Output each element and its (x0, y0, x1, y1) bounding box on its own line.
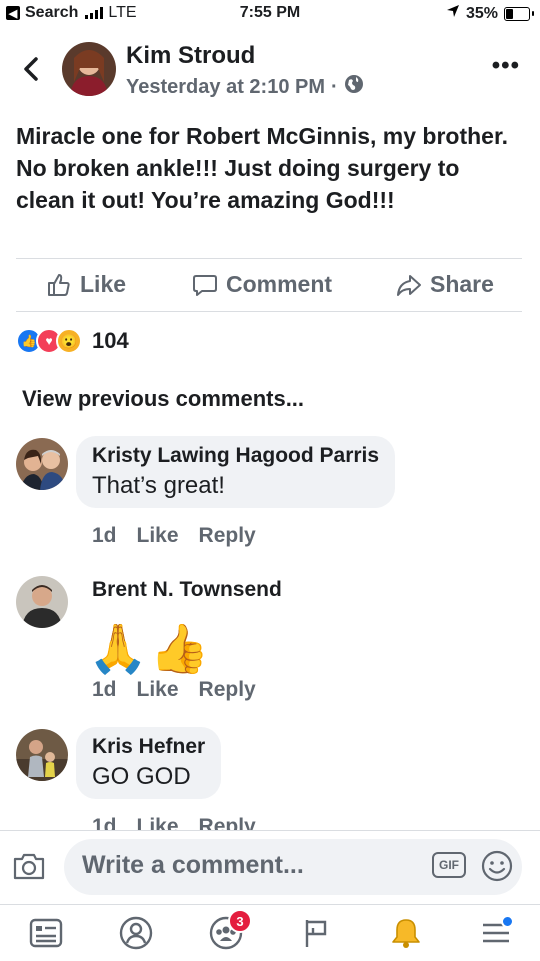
thumbs-up-icon (48, 273, 70, 296)
comment-time: 1d (92, 524, 117, 547)
comment-label: Comment (226, 271, 333, 297)
comment-input[interactable]: Write a comment... GIF (64, 839, 522, 895)
groups-notification-badge: 3 (228, 909, 252, 933)
comment-time: 1d (92, 678, 117, 701)
folded-hands-emoji: 🙏 (88, 623, 148, 676)
like-button[interactable]: Like (46, 271, 126, 298)
comment-author[interactable]: Kris Hefner (92, 735, 205, 759)
thumbs-up-emoji: 👍 (149, 623, 210, 676)
comment-like-button[interactable]: Like (137, 678, 179, 702)
tab-profile[interactable] (116, 913, 156, 953)
meta-separator: · (331, 75, 338, 98)
wow-reaction-icon: 😮 (56, 328, 82, 354)
comment-item: Kristy Lawing Hagood Parris That’s great… (0, 436, 540, 566)
tagged-person-link[interactable]: Robert McGinnis (186, 123, 370, 149)
view-previous-comments-link[interactable]: View previous comments... (22, 386, 304, 412)
more-options-icon[interactable]: ••• (492, 52, 520, 80)
share-arrow-icon (397, 274, 421, 296)
comment-reply-button[interactable]: Reply (199, 678, 256, 702)
post-meta: Yesterday at 2:10 PM · (126, 74, 364, 100)
camera-button[interactable] (12, 851, 46, 886)
commenter-avatar[interactable] (16, 729, 68, 781)
gif-button[interactable]: GIF (432, 852, 466, 878)
post-text-part: Miracle one for (16, 123, 186, 149)
comment-text: That’s great! (92, 472, 225, 499)
post-header: Kim Stroud Yesterday at 2:10 PM · ••• (0, 40, 540, 100)
battery-percent: 35% (465, 4, 498, 22)
commenter-avatar[interactable] (16, 438, 68, 490)
location-arrow-icon (446, 4, 460, 23)
reaction-count: 104 (92, 328, 129, 353)
tab-groups[interactable]: 3 (206, 909, 252, 953)
comment-emoji: 🙏 👍 (88, 620, 210, 680)
like-label: Like (80, 271, 127, 297)
comment-actions: 1d Like Reply (92, 678, 256, 702)
reactions-summary[interactable]: 👍 ♥ 😮 104 (16, 328, 129, 354)
author-name[interactable]: Kim Stroud (126, 42, 255, 70)
chevron-left-icon (24, 57, 38, 81)
comment-author[interactable]: Kristy Lawing Hagood Parris (92, 444, 379, 468)
emoji-button[interactable] (480, 849, 514, 888)
tab-notifications[interactable] (386, 913, 426, 953)
menu-notification-dot (501, 915, 514, 928)
comment-input-placeholder: Write a comment... (82, 851, 304, 879)
share-label: Share (430, 271, 494, 297)
back-button[interactable] (20, 54, 42, 84)
bottom-tab-bar: 3 (0, 904, 540, 961)
comment-bubble[interactable]: Kris Hefner GO GOD (76, 727, 222, 799)
status-bar: ◀ Search LTE 7:55 PM 35% (0, 0, 540, 30)
flag-icon (305, 920, 327, 947)
comment-actions: 1d Like Reply (92, 524, 256, 548)
comment-bubble-icon (193, 274, 217, 296)
comment-reply-button[interactable]: Reply (199, 524, 256, 548)
camera-icon (13, 853, 45, 880)
profile-icon (119, 916, 153, 950)
news-feed-icon (29, 918, 63, 948)
comment-button[interactable]: Comment (192, 271, 332, 298)
tab-menu[interactable] (476, 913, 516, 953)
smiley-icon (481, 850, 513, 882)
globe-icon (344, 74, 364, 100)
post-text: Miracle one for Robert McGinnis, my brot… (16, 120, 516, 216)
author-avatar[interactable] (62, 42, 116, 96)
comment-like-button[interactable]: Like (137, 524, 179, 548)
comment-author[interactable]: Brent N. Townsend (92, 578, 282, 602)
post-timestamp[interactable]: Yesterday at 2:10 PM (126, 76, 325, 99)
battery-icon (504, 6, 534, 21)
share-button[interactable]: Share (396, 271, 494, 298)
comment-item: Brent N. Townsend 🙏 👍 1d Like Reply (0, 574, 540, 714)
comment-composer: Write a comment... GIF (0, 830, 540, 901)
comment-text: GO GOD (92, 763, 191, 790)
post-action-bar: Like Comment Share (16, 258, 522, 312)
comment-bubble[interactable]: Kristy Lawing Hagood Parris That’s great… (76, 436, 396, 508)
tab-news-feed[interactable] (26, 913, 66, 953)
tab-pages[interactable] (296, 913, 336, 953)
bell-icon (392, 919, 420, 948)
commenter-avatar[interactable] (16, 576, 68, 628)
comment-item: Kris Hefner GO GOD 1d Like Reply (0, 727, 540, 838)
